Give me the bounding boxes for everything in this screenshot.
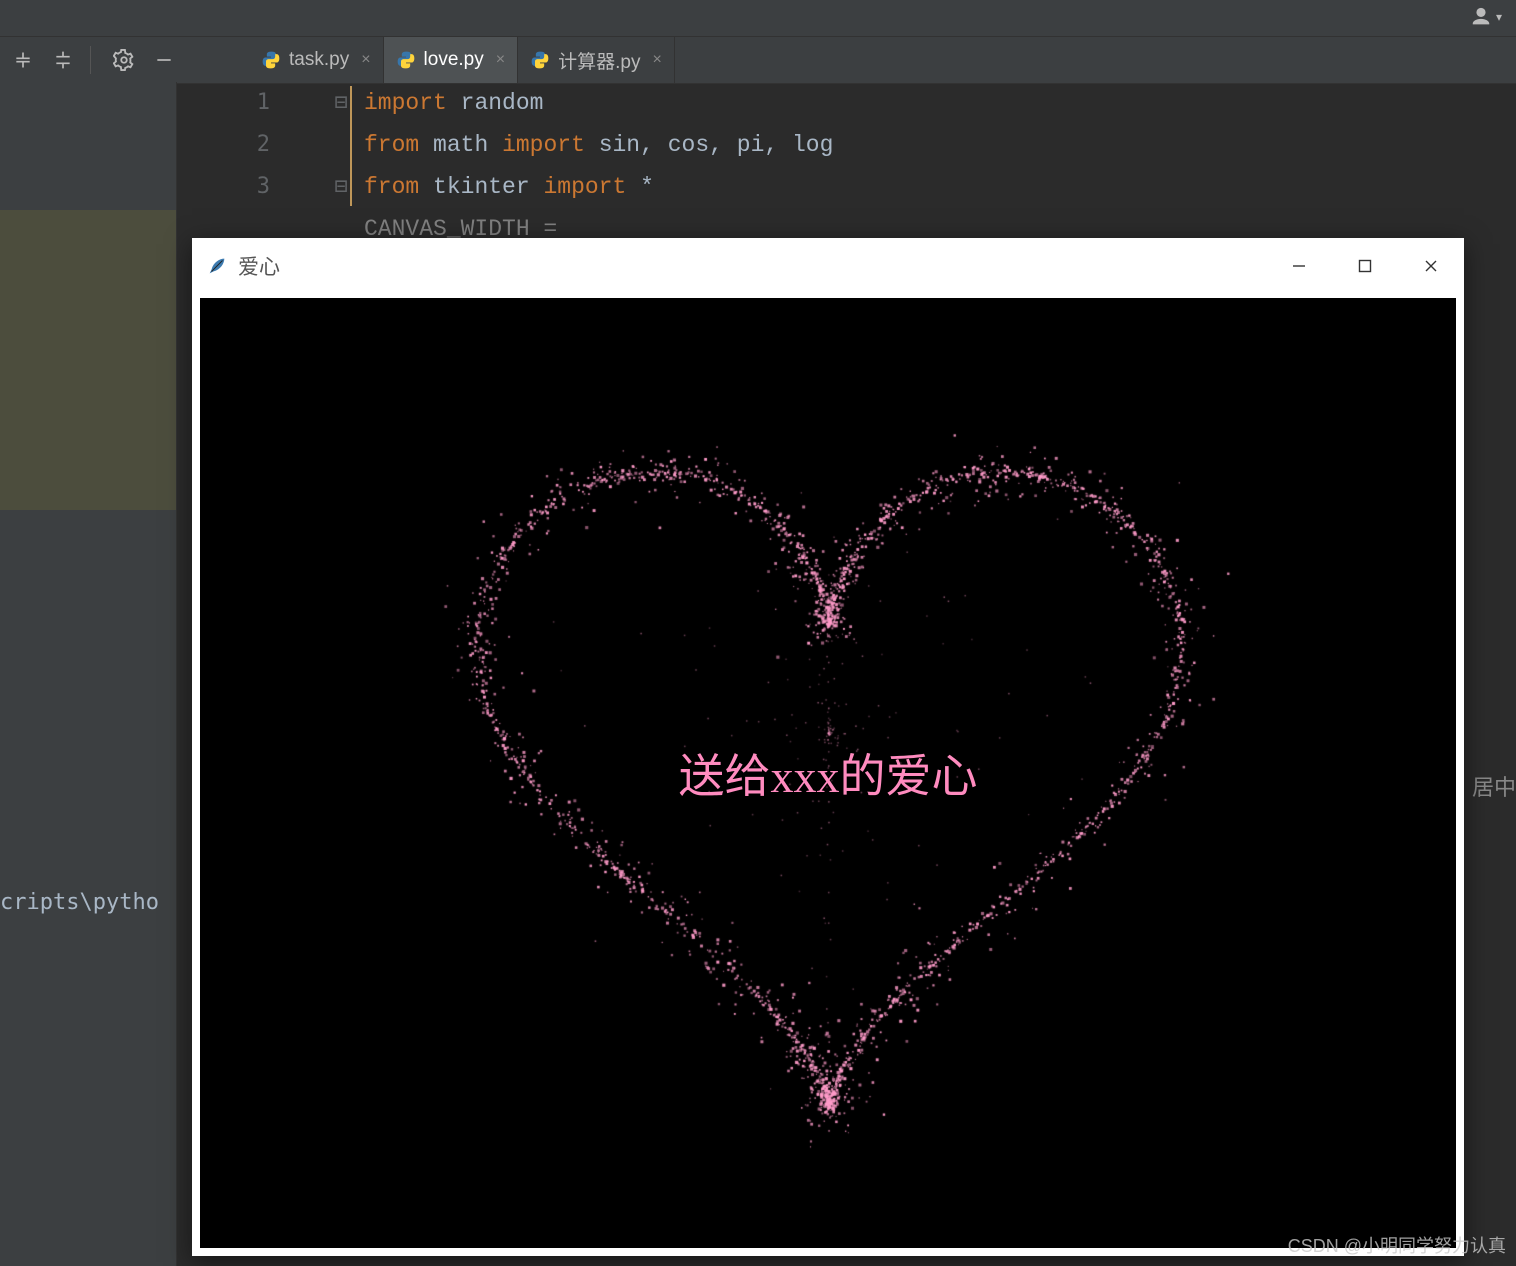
close-icon xyxy=(1424,259,1438,273)
close-icon[interactable]: × xyxy=(496,51,505,69)
watermark: CSDN @小明同学努力认真 xyxy=(1288,1232,1506,1258)
right-hint-text: 居中 xyxy=(1472,770,1516,802)
editor-tabs: task.py × love.py × 计算器.py × xyxy=(249,37,675,83)
hide-button[interactable] xyxy=(147,43,181,77)
tkinter-window[interactable]: 爱心 送给xxx的爱心 xyxy=(192,238,1464,1256)
ide-title-bar: ▾ xyxy=(0,0,1516,36)
line-number: 1 xyxy=(230,82,278,124)
gear-icon xyxy=(113,49,135,71)
tkinter-titlebar[interactable]: 爱心 xyxy=(192,238,1464,294)
tab-love[interactable]: love.py × xyxy=(384,37,519,83)
ide-toolbar: task.py × love.py × 计算器.py × xyxy=(0,36,1516,84)
minimize-button[interactable] xyxy=(1266,238,1332,294)
feather-icon xyxy=(206,255,228,277)
fold-marker[interactable]: ⊟ xyxy=(332,166,350,208)
expand-all-button[interactable] xyxy=(46,43,80,77)
fold-guide xyxy=(350,86,352,206)
tab-label: love.py xyxy=(424,49,484,71)
collapse-all-button[interactable] xyxy=(6,43,40,77)
heart-canvas xyxy=(200,298,1456,1248)
left-highlight xyxy=(0,210,176,510)
tab-label: task.py xyxy=(289,49,349,71)
tab-calculator[interactable]: 计算器.py × xyxy=(518,37,675,83)
expand-icon xyxy=(53,50,73,70)
close-button[interactable] xyxy=(1398,238,1464,294)
collapse-icon xyxy=(13,50,33,70)
fold-column: ⊟ ⊟ xyxy=(332,82,350,208)
line-gutter: 1 2 3 xyxy=(230,82,278,208)
separator xyxy=(90,46,91,74)
maximize-button[interactable] xyxy=(1332,238,1398,294)
user-menu[interactable]: ▾ xyxy=(1470,6,1502,28)
fold-marker xyxy=(332,124,350,166)
line-number: 3 xyxy=(230,166,278,208)
user-icon xyxy=(1470,6,1492,28)
tab-task[interactable]: task.py × xyxy=(249,37,384,83)
close-icon[interactable]: × xyxy=(652,51,661,69)
maximize-icon xyxy=(1358,259,1372,273)
python-file-icon xyxy=(530,50,550,70)
tkinter-title-text: 爱心 xyxy=(238,251,280,281)
tab-label: 计算器.py xyxy=(558,47,640,74)
terminal-fragment: cripts\pytho xyxy=(0,890,159,915)
close-icon[interactable]: × xyxy=(361,51,370,69)
line-number: 2 xyxy=(230,124,278,166)
minus-icon xyxy=(154,50,174,70)
chevron-down-icon: ▾ xyxy=(1496,10,1502,24)
settings-button[interactable] xyxy=(107,43,141,77)
python-file-icon xyxy=(396,50,416,70)
minimize-icon xyxy=(1292,259,1306,273)
python-file-icon xyxy=(261,50,281,70)
code-editor[interactable]: import random from math import sin, cos,… xyxy=(364,82,833,250)
heart-canvas-container: 送给xxx的爱心 xyxy=(200,298,1456,1248)
fold-marker[interactable]: ⊟ xyxy=(332,82,350,124)
